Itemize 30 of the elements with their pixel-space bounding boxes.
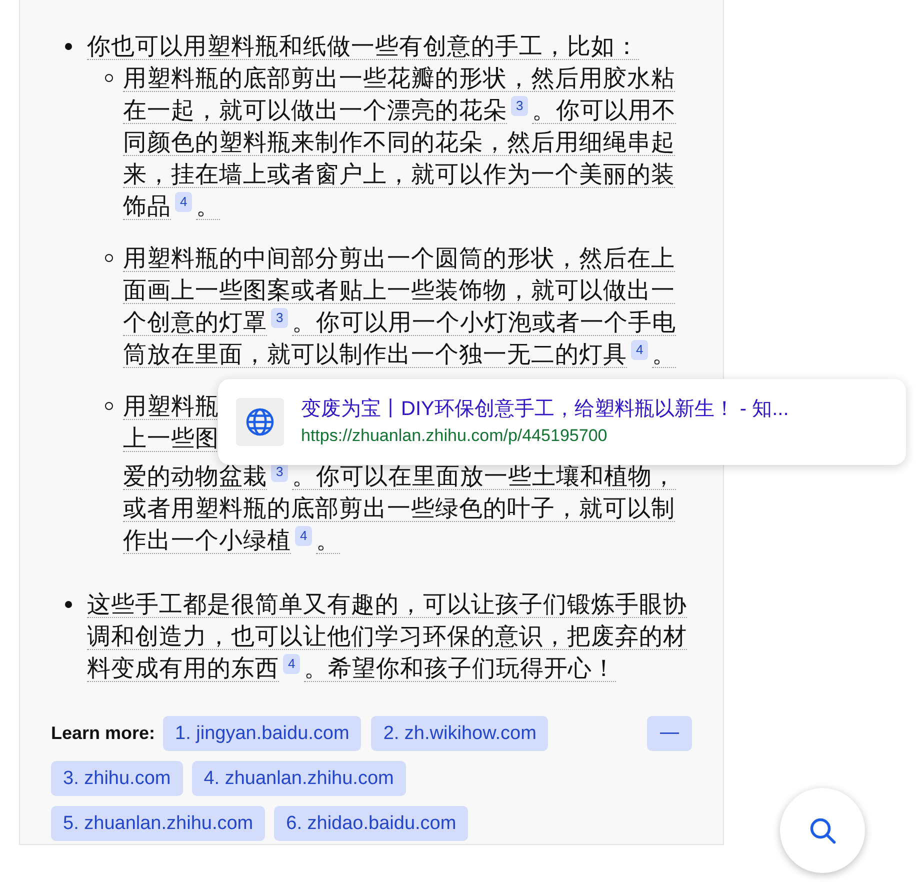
bullet-icon — [65, 601, 72, 608]
source-link[interactable]: 3. zhihu.com — [51, 761, 183, 796]
source-link[interactable]: 5. zhuanlan.zhihu.com — [51, 806, 266, 841]
search-icon — [808, 816, 838, 846]
bullet-icon — [65, 43, 72, 50]
list-item-text: 作出一个小绿植 4 。 — [123, 525, 342, 556]
bullet-icon — [105, 254, 113, 262]
source-link[interactable]: 1. jingyan.baidu.com — [163, 716, 362, 751]
search-button[interactable] — [780, 788, 865, 873]
bullet-icon — [105, 74, 113, 82]
citation-link[interactable]: 4 — [631, 340, 648, 360]
link-url: https://zhuanlan.zhihu.com/p/445195700 — [301, 425, 608, 447]
list-item-text: 或者用塑料瓶的底部剪出一些绿色的叶子，就可以制 — [123, 494, 676, 524]
bullet-icon — [105, 402, 113, 410]
globe-icon — [236, 398, 284, 446]
list-item-text: 这些手工都是很简单又有趣的，可以让孩子们锻炼手眼协调和创造力，也可以让他们学习环保的意识，把废弃的材料变成有用的东西 4 。希望你和孩子们玩得开心！ — [87, 590, 688, 684]
list-item-text: 你也可以用塑料瓶和纸做一些有创意的手工，比如： — [87, 32, 640, 62]
list-item-text: 用塑料瓶的中间部分剪出一个圆筒的形状，然后在上面画上一些图案或者贴上一些装饰物，就可以做出一个创意的灯罩 3 。你可以用一个小灯泡或者一个手电筒放在里面，就可以制作出一个独一无二的灯具 4 。 — [123, 244, 678, 370]
citation-link[interactable]: 3 — [511, 96, 528, 116]
citation-link[interactable]: 4 — [283, 654, 300, 674]
citation-link[interactable]: 4 — [295, 526, 312, 546]
source-link[interactable]: 4. zhuanlan.zhihu.com — [192, 761, 406, 796]
link-title[interactable]: 变废为宝丨DIY环保创意手工，给塑料瓶以新生！ - 知... — [301, 395, 789, 423]
source-link[interactable]: 6. zhidao.baidu.com — [274, 806, 468, 841]
source-link[interactable]: 2. zh.wikihow.com — [371, 716, 548, 751]
learn-more-label: Learn more: — [51, 722, 156, 745]
list-item-text: 用塑料瓶的底部剪出一些花瓣的形状，然后用胶水粘在一起，就可以做出一个漂亮的花朵 3 。你可以用不同颜色的塑料瓶来制作不同的花朵，然后用细绳串起来，挂在墙上或者窗户上，就可以作为一个美丽的装饰品 4 。 — [123, 64, 678, 222]
citation-link[interactable]: 4 — [175, 192, 192, 212]
citation-link[interactable]: 3 — [271, 308, 288, 328]
collapse-button[interactable]: — — [647, 716, 692, 751]
